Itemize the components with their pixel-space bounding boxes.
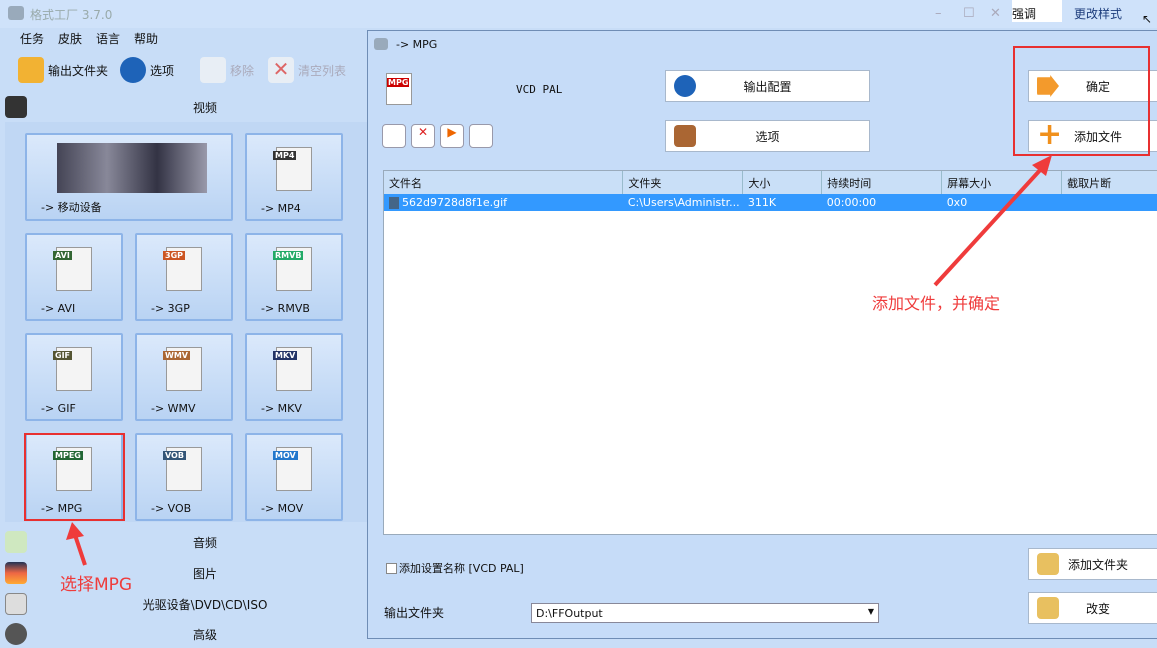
annotation-add-confirm: 添加文件，并确定	[872, 290, 1000, 314]
arrow-to-buttons	[935, 168, 1042, 285]
arrow-to-mpg	[75, 535, 85, 565]
arrow-head	[66, 522, 84, 540]
annotation-arrows	[0, 0, 1157, 639]
